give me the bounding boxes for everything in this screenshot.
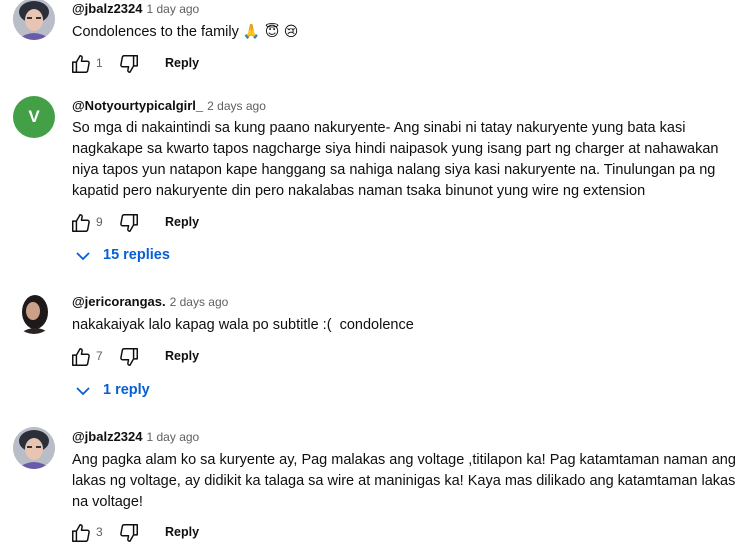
comment-time[interactable]: 1 day ago <box>147 430 200 444</box>
comment-text: nakakaiyak lalo kapag wala po subtitle :… <box>72 315 742 336</box>
comment-text-line: So mga di nakaintindi sa kung paano naku… <box>72 120 686 136</box>
comment-emojis: 🙏 😇 😢 <box>242 24 299 40</box>
like-count: 7 <box>96 349 103 363</box>
comment-text: So mga di nakaintindi sa kung paano naku… <box>72 118 742 202</box>
comment-text-line: nagkakape sa kwarto tapos nagcharge siya… <box>72 141 719 157</box>
thumbs-up-icon <box>72 348 90 366</box>
comment-time[interactable]: 2 days ago <box>170 295 229 309</box>
comment-actions: 7 Reply <box>70 346 370 368</box>
comment-actions: 3 Reply <box>70 522 370 544</box>
profile-photo-icon <box>13 427 55 469</box>
comment-author[interactable]: @Notyourtypicalgirl_ <box>72 98 203 113</box>
comment-actions: 1 Reply <box>70 53 370 75</box>
thumbs-down-icon <box>120 524 138 542</box>
thumbs-up-icon <box>72 214 90 232</box>
comment-text-line: na voltage! <box>72 494 143 510</box>
reply-button[interactable]: Reply <box>165 56 199 70</box>
like-button[interactable] <box>70 522 92 544</box>
comment-text-line: kapatid pero nakuryente din pero nakalab… <box>72 183 646 199</box>
replies-count-label: 1 reply <box>103 382 150 398</box>
replies-count-label: 15 replies <box>103 247 170 263</box>
comment-text: Ang pagka alam ko sa kuryente ay, Pag ma… <box>72 450 742 513</box>
chevron-down-icon <box>76 387 90 396</box>
comment-author[interactable]: @jericorangas. <box>72 294 166 309</box>
comment-text-content: Condolences to the family <box>72 24 239 40</box>
avatar[interactable] <box>13 427 55 469</box>
thumbs-down-icon <box>120 55 138 73</box>
thumbs-up-icon <box>72 55 90 73</box>
reply-button[interactable]: Reply <box>165 349 199 363</box>
comment-header: @jbalz2324 1 day ago <box>72 429 199 444</box>
comment-text: Condolences to the family 🙏 😇 😢 <box>72 22 742 43</box>
chevron-down-icon <box>76 252 90 261</box>
avatar[interactable] <box>13 292 55 334</box>
comment-actions: 9 Reply <box>70 212 370 234</box>
avatar[interactable]: V <box>13 96 55 138</box>
thumbs-down-icon <box>120 214 138 232</box>
avatar-letter: V <box>28 107 40 126</box>
dislike-button[interactable] <box>118 53 140 75</box>
like-button[interactable] <box>70 346 92 368</box>
comment-text-line: lakas ng voltage, ay didikit ka talaga s… <box>72 473 736 489</box>
avatar[interactable] <box>13 0 55 40</box>
dislike-button[interactable] <box>118 212 140 234</box>
dislike-button[interactable] <box>118 522 140 544</box>
thumbs-up-icon <box>72 524 90 542</box>
like-count: 9 <box>96 215 103 229</box>
dislike-button[interactable] <box>118 346 140 368</box>
comment-author[interactable]: @jbalz2324 <box>72 429 143 444</box>
comment-time[interactable]: 1 day ago <box>147 2 200 16</box>
reply-button[interactable]: Reply <box>165 525 199 539</box>
comment-header: @jericorangas. 2 days ago <box>72 294 228 309</box>
comment-text-line: Ang pagka alam ko sa kuryente ay, Pag ma… <box>72 452 736 468</box>
like-button[interactable] <box>70 53 92 75</box>
comment-text-line: niya tapos yun natapon kape hanggang sa … <box>72 162 716 178</box>
like-count: 1 <box>96 56 103 70</box>
comment-header: @jbalz2324 1 day ago <box>72 1 199 16</box>
comment-time[interactable]: 2 days ago <box>207 99 266 113</box>
comment-header: @Notyourtypicalgirl_ 2 days ago <box>72 98 266 113</box>
thumbs-down-icon <box>120 348 138 366</box>
like-button[interactable] <box>70 212 92 234</box>
profile-photo-icon <box>13 0 55 40</box>
comment-text-content: nakakaiyak lalo kapag wala po subtitle :… <box>72 317 414 333</box>
profile-photo-icon <box>13 292 55 334</box>
reply-button[interactable]: Reply <box>165 215 199 229</box>
like-count: 3 <box>96 525 103 539</box>
comment-author[interactable]: @jbalz2324 <box>72 1 143 16</box>
